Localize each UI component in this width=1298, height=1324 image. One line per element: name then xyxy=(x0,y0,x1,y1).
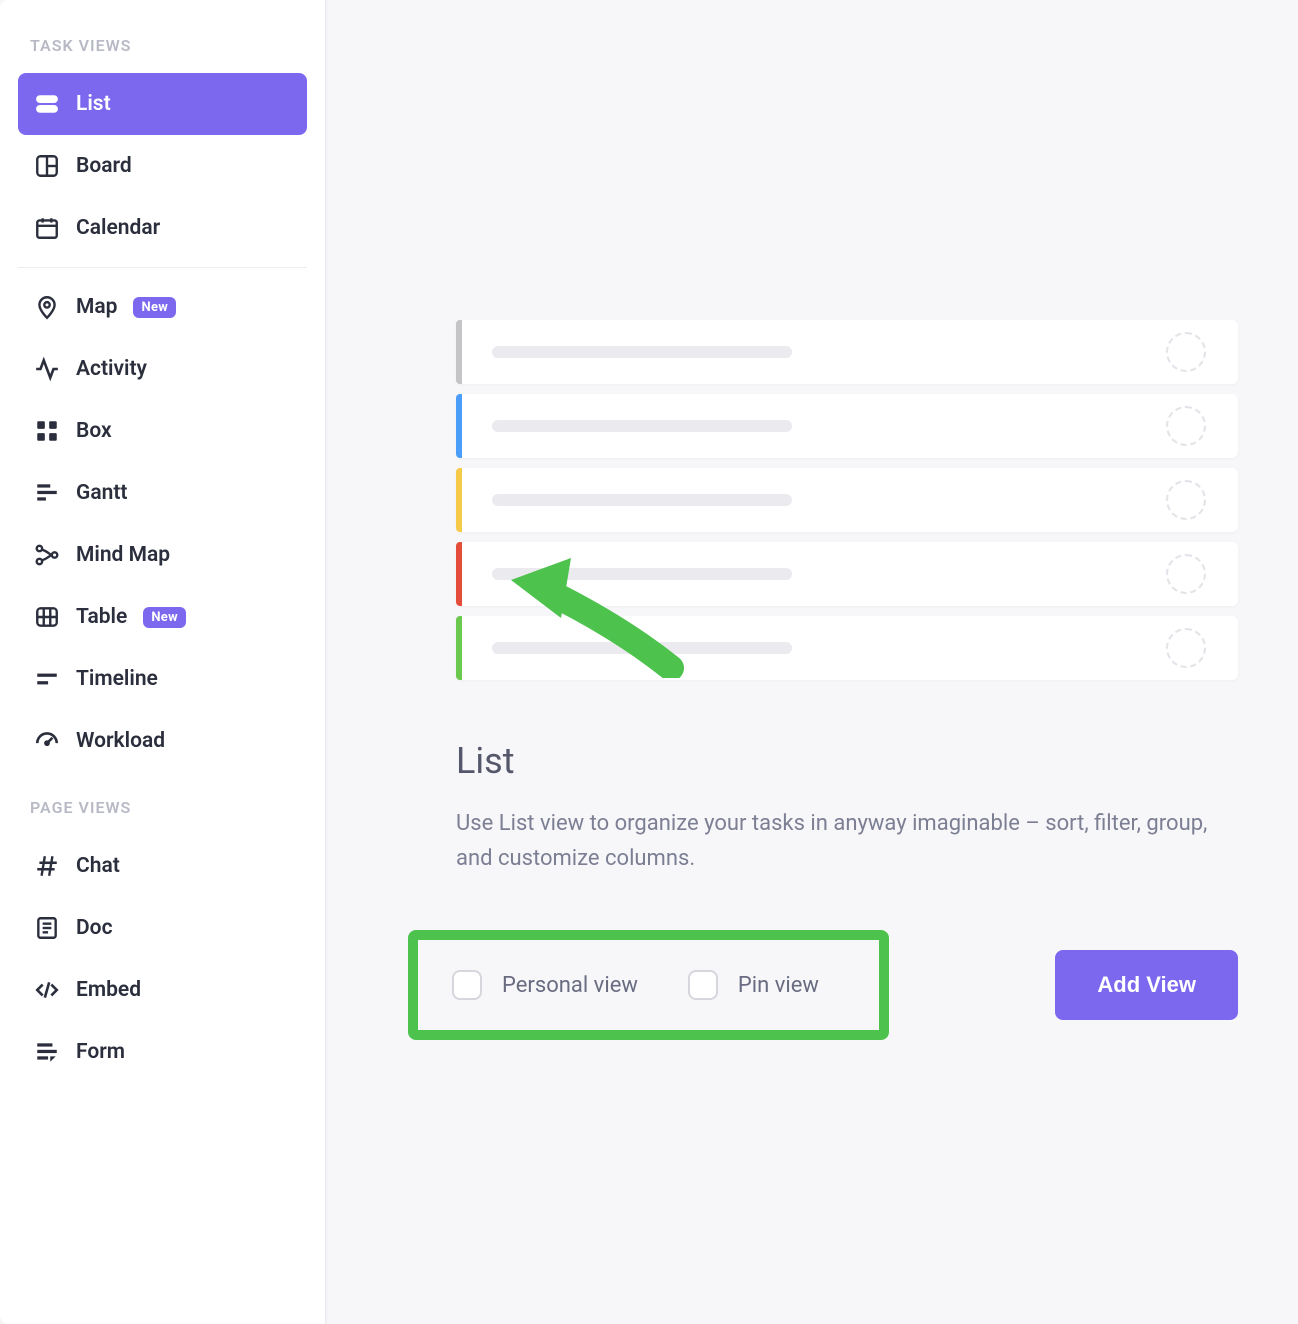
timeline-icon xyxy=(34,666,60,692)
calendar-icon xyxy=(34,215,60,241)
skeleton-avatar xyxy=(1166,332,1206,372)
sidebar-item-activity[interactable]: Activity xyxy=(18,338,307,400)
mindmap-icon xyxy=(34,542,60,568)
sidebar-item-workload[interactable]: Workload xyxy=(18,710,307,772)
view-options-highlight: Personal view Pin view xyxy=(408,930,889,1040)
row-color-bar xyxy=(456,468,462,532)
workload-icon xyxy=(34,728,60,754)
view-detail-description: Use List view to organize your tasks in … xyxy=(456,806,1236,876)
hash-icon xyxy=(34,853,60,879)
sidebar-item-label: Board xyxy=(76,154,132,178)
skeleton-avatar xyxy=(1166,480,1206,520)
personal-view-checkbox[interactable] xyxy=(452,970,482,1000)
personal-view-option[interactable]: Personal view xyxy=(452,970,638,1000)
sidebar-item-label: Calendar xyxy=(76,216,160,240)
sidebar-item-label: Chat xyxy=(76,854,120,878)
sidebar-item-list[interactable]: List xyxy=(18,73,307,135)
activity-icon xyxy=(34,356,60,382)
sidebar-item-label: Table xyxy=(76,605,127,629)
board-icon xyxy=(34,153,60,179)
row-color-bar xyxy=(456,542,462,606)
main-content: List Use List view to organize your task… xyxy=(326,0,1298,1324)
sidebar-item-calendar[interactable]: Calendar xyxy=(18,197,307,259)
preview-task-row xyxy=(456,542,1238,606)
new-badge: New xyxy=(143,607,186,628)
add-view-button-label: Add View xyxy=(1097,972,1196,997)
view-actions-row: Personal view Pin view Add View xyxy=(408,930,1238,1040)
personal-view-label: Personal view xyxy=(502,973,638,998)
list-icon xyxy=(34,91,60,117)
map-pin-icon xyxy=(34,294,60,320)
row-color-bar xyxy=(456,394,462,458)
list-preview xyxy=(456,320,1238,680)
row-color-bar xyxy=(456,616,462,680)
sidebar-item-label: Gantt xyxy=(76,481,127,505)
doc-icon xyxy=(34,915,60,941)
sidebar-item-gantt[interactable]: Gantt xyxy=(18,462,307,524)
skeleton-avatar xyxy=(1166,406,1206,446)
add-view-button[interactable]: Add View xyxy=(1055,950,1238,1020)
new-badge: New xyxy=(133,297,176,318)
sidebar-item-label: List xyxy=(76,92,111,116)
row-color-bar xyxy=(456,320,462,384)
skeleton-line xyxy=(492,568,792,580)
pin-view-checkbox[interactable] xyxy=(688,970,718,1000)
sidebar-item-label: Embed xyxy=(76,978,141,1002)
sidebar-item-timeline[interactable]: Timeline xyxy=(18,648,307,710)
skeleton-avatar xyxy=(1166,628,1206,668)
sidebar-item-label: Activity xyxy=(76,357,147,381)
view-detail: List Use List view to organize your task… xyxy=(456,740,1238,876)
sidebar-item-label: Timeline xyxy=(76,667,158,691)
view-detail-title: List xyxy=(456,740,1238,782)
page-views-header: PAGE VIEWS xyxy=(18,772,307,835)
gantt-icon xyxy=(34,480,60,506)
skeleton-line xyxy=(492,346,792,358)
skeleton-avatar xyxy=(1166,554,1206,594)
sidebar-item-board[interactable]: Board xyxy=(18,135,307,197)
box-icon xyxy=(34,418,60,444)
sidebar-item-map[interactable]: Map New xyxy=(18,276,307,338)
sidebar-item-box[interactable]: Box xyxy=(18,400,307,462)
sidebar-item-chat[interactable]: Chat xyxy=(18,835,307,897)
sidebar-item-label: Mind Map xyxy=(76,543,170,567)
sidebar: TASK VIEWS List Board Calendar Map xyxy=(0,0,326,1324)
embed-icon xyxy=(34,977,60,1003)
sidebar-item-doc[interactable]: Doc xyxy=(18,897,307,959)
divider xyxy=(18,267,307,268)
pin-view-option[interactable]: Pin view xyxy=(688,970,819,1000)
sidebar-item-table[interactable]: Table New xyxy=(18,586,307,648)
skeleton-line xyxy=(492,494,792,506)
preview-task-row xyxy=(456,616,1238,680)
skeleton-line xyxy=(492,642,792,654)
sidebar-item-label: Map xyxy=(76,295,117,319)
sidebar-item-label: Doc xyxy=(76,916,113,940)
skeleton-line xyxy=(492,420,792,432)
sidebar-item-label: Box xyxy=(76,419,112,443)
sidebar-item-mindmap[interactable]: Mind Map xyxy=(18,524,307,586)
sidebar-item-label: Form xyxy=(76,1040,125,1064)
task-views-header: TASK VIEWS xyxy=(18,24,307,73)
sidebar-item-embed[interactable]: Embed xyxy=(18,959,307,1021)
preview-task-row xyxy=(456,468,1238,532)
sidebar-item-form[interactable]: Form xyxy=(18,1021,307,1083)
preview-task-row xyxy=(456,394,1238,458)
pin-view-label: Pin view xyxy=(738,973,819,998)
sidebar-item-label: Workload xyxy=(76,729,165,753)
preview-task-row xyxy=(456,320,1238,384)
form-icon xyxy=(34,1039,60,1065)
table-icon xyxy=(34,604,60,630)
